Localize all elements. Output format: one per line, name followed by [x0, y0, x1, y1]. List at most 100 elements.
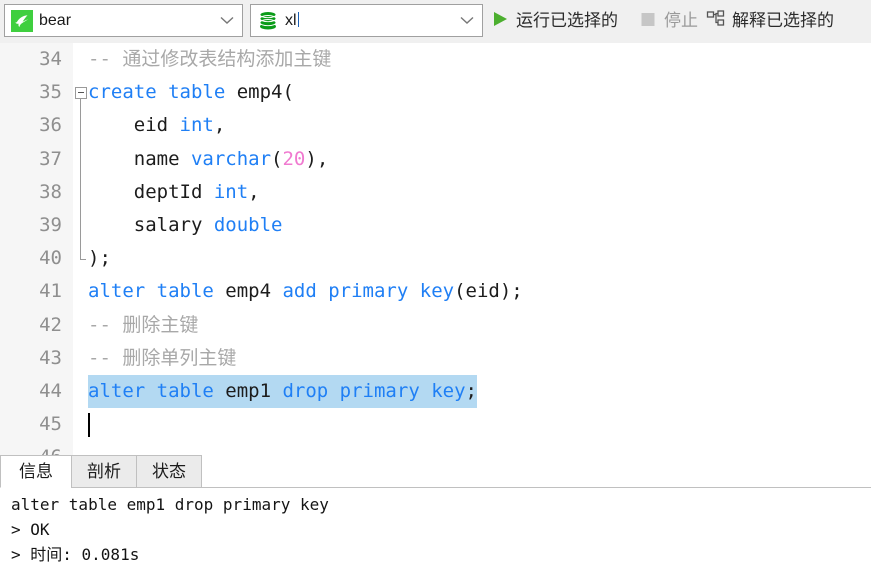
code-line[interactable]: 36 eid int, [0, 109, 871, 142]
database-select-value: xl [285, 11, 456, 31]
code-token: int [179, 114, 214, 137]
line-number: 42 [39, 313, 62, 336]
code-line-text: deptId int, [88, 176, 260, 209]
line-number: 38 [39, 180, 62, 203]
tab-info[interactable]: 信息 [0, 455, 72, 488]
stop-square-icon [638, 9, 658, 34]
main-toolbar: bear xl 运行已选择的 停止 解释已选择的 [0, 0, 871, 43]
sql-editor[interactable]: 34 -- 通过修改表结构添加主键 35 create table emp4(36 e… [0, 43, 871, 455]
line-number: 34 [39, 48, 62, 70]
code-line[interactable]: 45 [0, 408, 871, 441]
stop-label: 停止 [664, 11, 698, 30]
code-token: -- 删除主键 [88, 313, 199, 336]
explain-selected-label: 解释已选择的 [732, 11, 834, 30]
code-line-text: eid int, [88, 109, 226, 142]
code-token: varchar [190, 147, 272, 170]
dolphin-icon [11, 9, 33, 32]
line-number: 44 [39, 379, 62, 402]
connection-select-value: bear [39, 11, 72, 29]
tab-profile[interactable]: 剖析 [71, 455, 137, 488]
code-line-text: ); [88, 242, 111, 275]
line-number: 41 [39, 280, 62, 303]
output-line: > 时间: 0.081s [11, 545, 140, 564]
run-selected-label: 运行已选择的 [516, 11, 618, 30]
chevron-down-icon[interactable] [456, 16, 478, 25]
tab-label: 状态 [152, 461, 186, 481]
code-token: emp4( [225, 81, 294, 104]
text-cursor [88, 413, 90, 438]
code-token: ); [88, 247, 111, 270]
code-token: (eid); [454, 280, 523, 303]
output-line: > OK [11, 520, 50, 539]
code-token: ), [305, 147, 329, 170]
stop-button[interactable]: 停止 [638, 6, 698, 36]
code-line[interactable]: 37 name varchar(20), [0, 143, 871, 176]
database-select[interactable]: xl [250, 4, 483, 37]
line-number: 39 [39, 213, 62, 236]
result-tabstrip[interactable]: 信息 剖析 状态 [0, 455, 871, 488]
code-line[interactable]: 35 create table emp4( [0, 76, 871, 109]
fold-rail-end [80, 259, 86, 261]
output-line: alter table emp1 drop primary key [11, 495, 329, 514]
tab-label: 剖析 [87, 461, 121, 481]
code-token: -- 通过修改表结构添加主键 [88, 48, 332, 70]
database-icon [257, 10, 279, 32]
code-token: int [213, 180, 249, 203]
play-icon [490, 9, 510, 34]
explain-selected-button[interactable]: 解释已选择的 [706, 6, 834, 36]
code-token: ; [465, 379, 477, 402]
code-token: , [213, 114, 226, 137]
code-line[interactable]: 44 alter table emp1 drop primary key; [0, 374, 871, 409]
code-line-text: -- 删除单列主键 [88, 342, 236, 375]
code-line[interactable]: 42 -- 删除主键 [0, 309, 871, 342]
code-token: deptId [88, 180, 214, 203]
code-token: emp4 [213, 280, 283, 303]
line-number: 36 [39, 114, 62, 137]
code-line-text: salary double [88, 209, 283, 242]
code-line-text-selected: alter table emp1 drop primary key; [88, 374, 477, 409]
code-line[interactable]: 46 [0, 441, 871, 455]
code-token: -- 删除单列主键 [88, 346, 237, 369]
code-line[interactable]: 40); [0, 242, 871, 275]
code-line-text: alter table emp4 add primary key(eid); [88, 275, 523, 308]
code-content[interactable]: 34 -- 通过修改表结构添加主键 35 create table emp4(36 e… [0, 43, 871, 455]
code-line-text: -- 通过修改表结构添加主键 [88, 43, 331, 76]
code-token: alter table [88, 379, 214, 402]
code-token: alter table [88, 280, 214, 303]
code-line[interactable]: 38 deptId int, [0, 176, 871, 209]
code-line-text: name varchar(20), [88, 143, 329, 176]
code-token: 20 [282, 147, 306, 170]
line-number: 45 [39, 413, 62, 436]
code-token: salary [88, 213, 214, 236]
code-line[interactable]: 34 -- 通过修改表结构添加主键 [0, 43, 871, 76]
line-number: 37 [39, 147, 62, 170]
message-output[interactable]: alter table emp1 drop primary key > OK > 时… [0, 488, 871, 571]
explain-tree-icon [706, 9, 726, 34]
fold-toggle-icon[interactable] [75, 87, 87, 100]
line-number: 35 [39, 81, 62, 104]
code-line[interactable]: 41 alter table emp4 add primary key(eid); [0, 275, 871, 308]
tab-status[interactable]: 状态 [136, 455, 202, 488]
code-line[interactable]: 43 -- 删除单列主键 [0, 342, 871, 375]
code-line-text: -- 删除主键 [88, 309, 198, 342]
code-token: eid [88, 114, 180, 137]
code-token: , [248, 180, 260, 203]
code-token: ( [271, 147, 283, 170]
line-number: 46 [0, 441, 62, 455]
result-panel: 信息 剖析 状态 alter table emp1 drop primary key… [0, 455, 871, 571]
code-token: double [213, 213, 283, 236]
connection-select[interactable]: bear [4, 4, 243, 37]
database-select-text: xl [285, 11, 297, 29]
line-number: 43 [39, 346, 62, 369]
run-selected-button[interactable]: 运行已选择的 [490, 6, 618, 36]
code-token: create table [88, 81, 226, 104]
database-text-cursor [297, 11, 299, 27]
code-line-text: create table emp4( [88, 76, 294, 109]
code-token: add primary key [282, 280, 455, 303]
line-number: 40 [39, 247, 62, 270]
code-line[interactable]: 39 salary double [0, 209, 871, 242]
chevron-down-icon[interactable] [216, 16, 238, 25]
code-token: name [88, 147, 191, 170]
fold-rail-line [80, 99, 81, 260]
code-token: drop primary key [282, 379, 466, 402]
